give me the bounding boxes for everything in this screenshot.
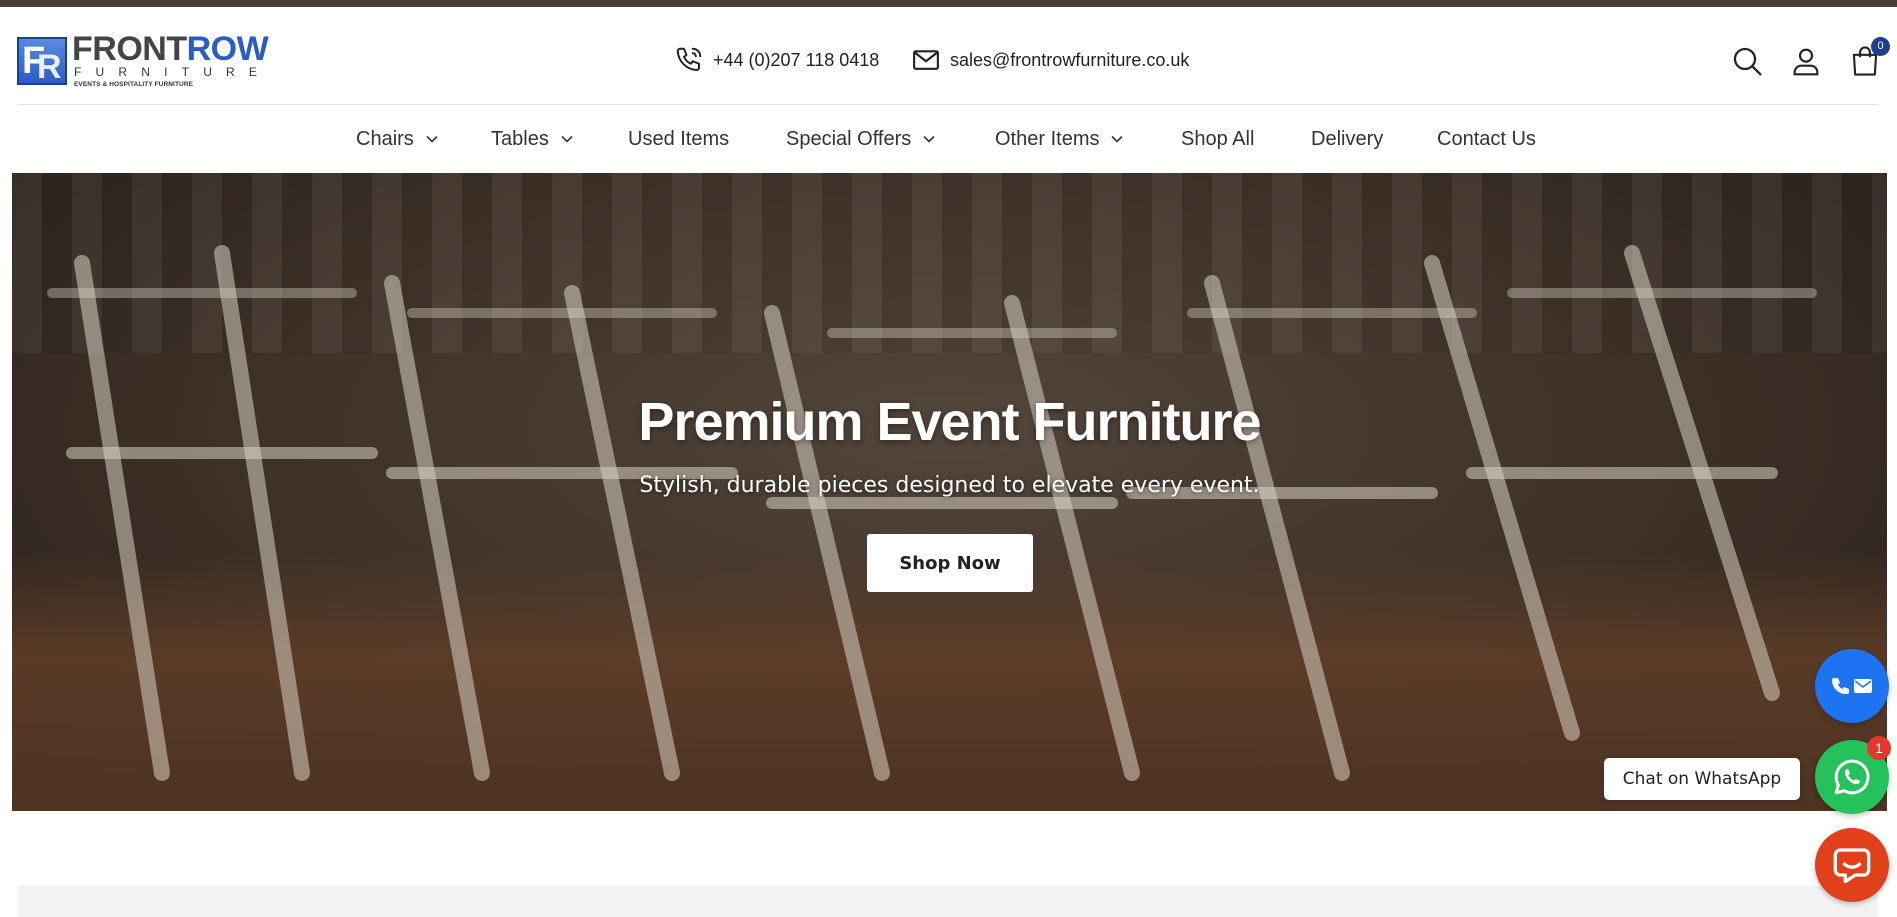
hero-subtitle: Stylish, durable pieces designed to elev… <box>639 473 1260 498</box>
nav-item-label: Delivery <box>1311 127 1384 150</box>
nav-item-label: Tables <box>491 127 549 150</box>
contact-widget-button[interactable] <box>1815 649 1889 723</box>
logo-tagline: EVENTS & HOSPITALITY FURNITURE <box>74 81 194 88</box>
nav-item-special-offers[interactable]: Special Offers <box>786 126 935 152</box>
nav-item-contact-us[interactable]: Contact Us <box>1437 126 1536 152</box>
chat-icon <box>1833 848 1871 884</box>
logo-wordmark: FRONTROW <box>72 30 269 68</box>
nav-item-chairs[interactable]: Chairs <box>356 126 438 152</box>
live-chat-button[interactable] <box>1815 828 1889 902</box>
chevron-down-icon <box>1111 135 1124 143</box>
user-icon <box>1793 48 1819 76</box>
nav-item-label: Chairs <box>356 127 414 150</box>
header-divider <box>18 104 1878 105</box>
nav-item-label: Contact Us <box>1437 127 1536 150</box>
whatsapp-chat-label[interactable]: Chat on WhatsApp <box>1604 758 1800 800</box>
nav-item-other-items[interactable]: Other Items <box>995 126 1124 152</box>
whatsapp-notification-badge: 1 <box>1867 736 1891 760</box>
cart-button[interactable]: 0 <box>1845 37 1890 81</box>
logo-mark: FR <box>17 37 67 86</box>
whatsapp-icon <box>1834 759 1870 795</box>
main-nav: Chairs Tables Used Items Special Offers … <box>0 106 1897 172</box>
email-address: sales@frontrowfurniture.co.uk <box>950 49 1190 70</box>
nav-item-used-items[interactable]: Used Items <box>628 126 729 152</box>
cart-count-badge: 0 <box>1871 37 1890 56</box>
phone-number: +44 (0)207 118 0418 <box>713 49 880 70</box>
nav-item-label: Other Items <box>995 127 1100 150</box>
site-header: FR FRONTROW FURNITURE EVENTS & HOSPITALI… <box>0 7 1897 105</box>
header-phone-link[interactable]: +44 (0)207 118 0418 <box>674 45 879 75</box>
account-button[interactable] <box>1786 41 1826 81</box>
hero-banner: Premium Event Furniture Stylish, durable… <box>12 173 1887 811</box>
nav-item-label: Shop All <box>1181 127 1255 150</box>
content-section-top <box>18 886 1878 917</box>
nav-item-label: Special Offers <box>786 127 912 150</box>
chevron-down-icon <box>923 135 935 143</box>
shop-now-button[interactable]: Shop Now <box>867 534 1033 592</box>
nav-item-tables[interactable]: Tables <box>491 126 573 152</box>
logo-subtitle: FURNITURE <box>74 65 272 79</box>
nav-item-label: Used Items <box>628 127 730 150</box>
top-accent-bar <box>0 0 1897 7</box>
hero-title: Premium Event Furniture <box>638 392 1261 452</box>
hero-content: Premium Event Furniture Stylish, durable… <box>12 173 1887 811</box>
chevron-down-icon <box>561 135 573 143</box>
search-button[interactable] <box>1727 41 1767 81</box>
site-logo[interactable]: FR FRONTROW FURNITURE EVENTS & HOSPITALI… <box>17 31 277 91</box>
search-icon <box>1733 47 1762 76</box>
phone-mail-icon <box>1832 678 1872 695</box>
whatsapp-button[interactable]: 1 <box>1815 736 1891 814</box>
nav-item-delivery[interactable]: Delivery <box>1311 126 1383 152</box>
chevron-down-icon <box>426 135 438 143</box>
phone-icon <box>676 47 702 71</box>
header-email-link[interactable]: sales@frontrowfurniture.co.uk <box>911 45 1189 75</box>
mail-icon <box>913 50 939 70</box>
nav-item-shop-all[interactable]: Shop All <box>1181 126 1254 152</box>
